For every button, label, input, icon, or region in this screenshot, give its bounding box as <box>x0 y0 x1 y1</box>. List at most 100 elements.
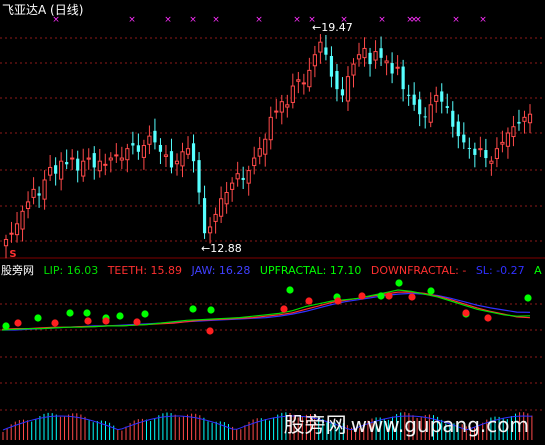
candle-body-up <box>59 160 64 180</box>
candle-body-down <box>473 148 477 155</box>
candle-body-down <box>329 56 334 77</box>
candle-body-up <box>147 135 152 145</box>
a-value: A <box>534 264 542 277</box>
candle-body-up <box>86 157 91 160</box>
candle-body-up <box>235 173 240 180</box>
candle-body-up <box>219 198 224 217</box>
candle-body-down <box>158 144 163 152</box>
candle-body-down <box>390 63 394 74</box>
candle-body-up <box>119 157 124 161</box>
candle-body-up <box>505 132 511 147</box>
candle-body-up <box>268 116 273 141</box>
downfractal-dot <box>14 319 22 327</box>
price-chart[interactable]: × × × × × × × × × × ××× × ×←19.47←12.88S <box>0 0 545 445</box>
candle-body-up <box>224 192 229 205</box>
candle-body-up <box>307 69 312 88</box>
top-marker: × <box>164 15 172 25</box>
candle-body-up <box>301 82 306 85</box>
top-marker: × <box>414 15 422 25</box>
candle-body-down <box>467 147 471 149</box>
upfractal-dot <box>377 292 385 300</box>
upfractal-value: UPFRACTAL: 17.10 <box>259 264 362 277</box>
candle-body-down <box>340 89 345 96</box>
downfractal-dot <box>280 305 288 313</box>
downfractal-dot <box>462 309 470 317</box>
candle-body-down <box>153 130 157 143</box>
downfractal-dot <box>358 292 366 300</box>
candle-body-up <box>81 160 86 177</box>
candle-body-up <box>125 148 130 161</box>
upfractal-dot <box>141 310 149 318</box>
top-marker: × <box>378 15 386 25</box>
downfractal-dot <box>484 314 492 322</box>
candle-body-up <box>141 145 146 158</box>
candle-body-up <box>345 76 351 102</box>
upfractal-dot <box>524 294 532 302</box>
downfractal-dot <box>408 293 416 301</box>
candle-body-up <box>114 154 119 157</box>
watermark-url: www.gupang.com <box>350 413 529 437</box>
teeth-line <box>1 291 531 330</box>
candle-body-down <box>191 143 196 162</box>
candle-body-up <box>285 104 290 108</box>
upfractal-dot <box>66 309 74 317</box>
candle-body-up <box>70 157 75 160</box>
candle-body-up <box>356 54 362 60</box>
candle-body-up <box>351 63 356 76</box>
candle-body-up <box>395 66 400 69</box>
candle-body-up <box>246 170 251 184</box>
watermark: 股旁网 www.gupang.com <box>284 409 529 439</box>
candle-body-up <box>48 166 53 176</box>
candle-body-down <box>407 94 411 96</box>
chart-title: 飞亚达A (日线) <box>2 3 84 17</box>
candle-body-down <box>76 158 80 171</box>
candle-body-up <box>489 160 494 164</box>
downfractal-dot <box>206 327 214 335</box>
candle-body-up <box>97 160 102 172</box>
upfractal-dot <box>427 287 435 295</box>
candle-body-down <box>418 99 422 115</box>
candle-body-down <box>202 198 207 234</box>
candle-body-up <box>527 113 533 124</box>
candle-body-up <box>42 179 47 200</box>
candle-body-up <box>279 101 284 113</box>
candle-body-up <box>522 116 527 122</box>
candle-body-up <box>103 163 108 166</box>
top-marker: × <box>128 15 136 25</box>
candle-body-up <box>213 213 218 222</box>
sell-signal: S <box>9 249 16 260</box>
upfractal-dot <box>189 305 197 313</box>
candle-body-down <box>379 48 383 58</box>
upfractal-dot <box>83 309 91 317</box>
high-annotation: ←19.47 <box>312 21 353 34</box>
candle-body-down <box>197 160 201 193</box>
upfractal-dot <box>286 286 294 294</box>
top-marker: × <box>479 15 487 25</box>
sl-value: SL: -0.27 <box>475 264 525 277</box>
candle-body-up <box>290 85 295 103</box>
candle-body-down <box>517 121 521 124</box>
candle-body-up <box>180 151 185 167</box>
candle-body-down <box>401 66 405 90</box>
upfractal-dot <box>2 322 10 330</box>
upfractal-dot <box>34 314 42 322</box>
candle-body-up <box>511 126 516 138</box>
candle-body-down <box>484 150 488 159</box>
candle-body-up <box>428 104 433 123</box>
upfractal-dot <box>116 312 124 320</box>
candle-body-down <box>92 153 96 168</box>
candle-body-up <box>274 110 279 113</box>
candle-body-up <box>20 210 25 230</box>
candle-body-up <box>384 60 389 64</box>
top-marker: × <box>212 15 220 25</box>
candle-body-up <box>207 226 213 234</box>
candle-body-down <box>423 116 427 118</box>
candle-body-up <box>362 47 367 59</box>
candle-body-up <box>318 41 323 53</box>
candle-body-up <box>9 232 14 235</box>
candle-body-up <box>494 148 500 159</box>
downfractal-dot <box>334 297 342 305</box>
candle-body-up <box>373 51 378 61</box>
candle-body-up <box>230 182 235 190</box>
jaw-line <box>2 292 531 331</box>
